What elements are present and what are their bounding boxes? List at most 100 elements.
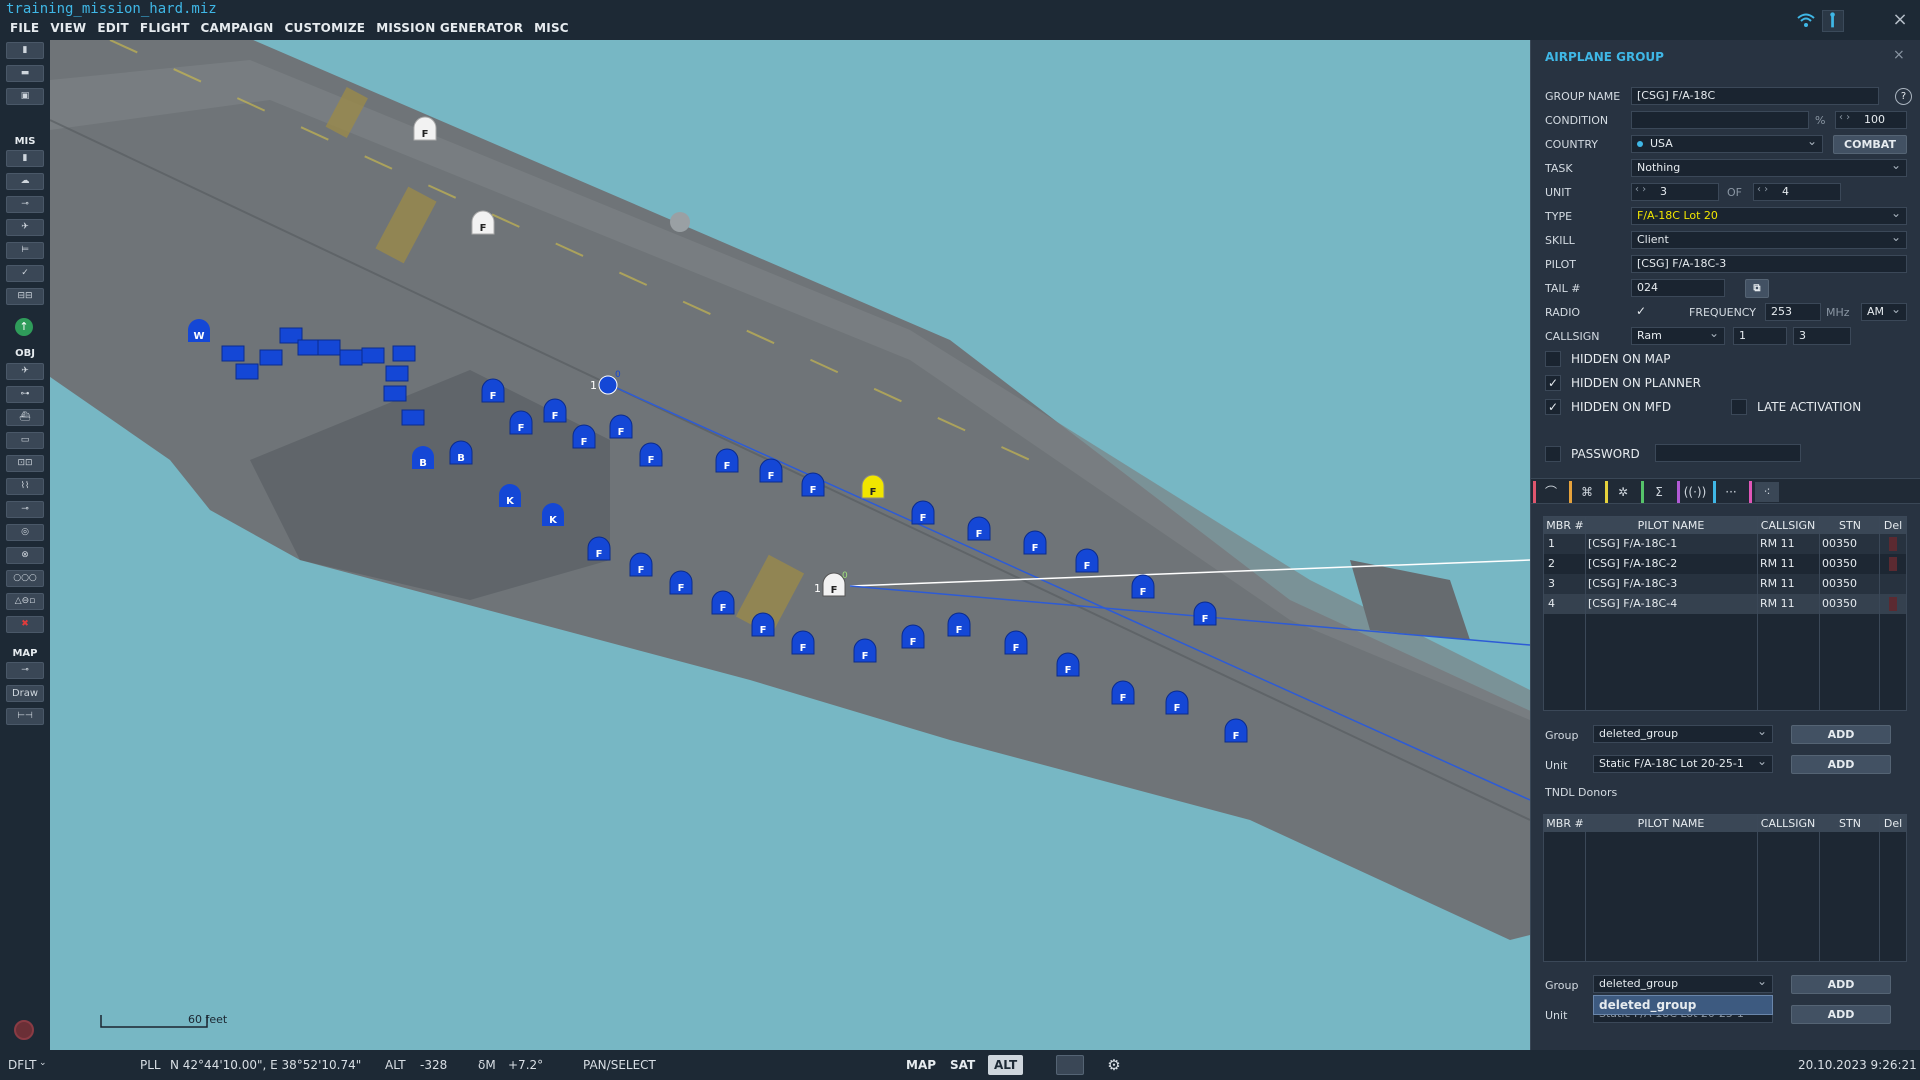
gear-icon[interactable]: ⚙ bbox=[1100, 1055, 1128, 1075]
menu-file[interactable]: FILE bbox=[10, 21, 39, 35]
hidden-on-mfd-checkbox[interactable]: ✓ bbox=[1545, 399, 1561, 415]
add-static-icon[interactable]: ⊡⊡ bbox=[6, 455, 44, 472]
tail-number-input[interactable]: 024 bbox=[1631, 279, 1725, 297]
menu-mission-generator[interactable]: MISSION GENERATOR bbox=[376, 21, 523, 35]
late-activation-checkbox[interactable] bbox=[1731, 399, 1747, 415]
add-zone-icon[interactable]: ⊸ bbox=[6, 501, 44, 518]
delete-row-icon[interactable] bbox=[1889, 597, 1897, 611]
skill-select[interactable]: Client bbox=[1631, 231, 1907, 249]
radio-checkbox[interactable]: ✓ bbox=[1633, 304, 1649, 320]
table-row[interactable]: 2 [CSG] F/A-18C-2 RM 11 00350 bbox=[1544, 554, 1906, 574]
map-view[interactable]: FFFF FFFF FFFF FFFF FFFF FFFF FFFF FB W … bbox=[50, 40, 1530, 1050]
callsign-number-input[interactable]: 3 bbox=[1793, 327, 1851, 345]
nodes-icon[interactable]: ⊟⊟ bbox=[6, 288, 44, 305]
delete-row-icon[interactable] bbox=[1889, 557, 1897, 571]
password-input[interactable] bbox=[1655, 444, 1801, 462]
map-key-icon[interactable]: ⊸ bbox=[6, 662, 44, 679]
circle-x-icon[interactable]: ⊗ bbox=[6, 547, 44, 564]
add-airplane-icon[interactable]: ✈ bbox=[6, 363, 44, 380]
cell-mbr: 3 bbox=[1548, 577, 1555, 590]
delete-icon[interactable]: ✖ bbox=[6, 616, 44, 633]
copy-icon[interactable]: ⧉ bbox=[1745, 279, 1769, 298]
add-group-select[interactable]: deleted_group bbox=[1593, 725, 1773, 743]
svg-text:F: F bbox=[618, 427, 625, 438]
type-select[interactable]: F/A-18C Lot 20 bbox=[1631, 207, 1907, 225]
add-group-button[interactable]: ADD bbox=[1791, 725, 1891, 744]
menu-misc[interactable]: MISC bbox=[534, 21, 569, 35]
pilot-input[interactable]: [CSG] F/A-18C-3 bbox=[1631, 255, 1907, 273]
menu-customize[interactable]: CUSTOMIZE bbox=[285, 21, 366, 35]
close-icon[interactable]: × bbox=[1890, 10, 1910, 30]
add-helicopter-icon[interactable]: ⊶ bbox=[6, 386, 44, 403]
callsign-select[interactable]: Ram bbox=[1631, 327, 1725, 345]
task-select[interactable]: Nothing bbox=[1631, 159, 1907, 177]
goals-icon[interactable]: ⊨ bbox=[6, 242, 44, 259]
add-donor-unit-button[interactable]: ADD bbox=[1791, 1005, 1891, 1024]
open-folder-icon[interactable]: ▬ bbox=[6, 65, 44, 82]
tab-datalink-icon[interactable]: ⁖ bbox=[1755, 482, 1779, 502]
stepper-arrows-icon[interactable]: ‹ › bbox=[1757, 184, 1768, 195]
shapes-icon[interactable]: △⊖▫ bbox=[6, 593, 44, 610]
view-sat-toggle[interactable]: SAT bbox=[944, 1055, 981, 1075]
briefing-icon[interactable]: ▮ bbox=[6, 150, 44, 167]
table-row[interactable]: 1 [CSG] F/A-18C-1 RM 11 00350 bbox=[1544, 534, 1906, 554]
layers-icon[interactable] bbox=[1056, 1055, 1084, 1075]
trigger-icon[interactable]: ⊸ bbox=[6, 196, 44, 213]
check-icon[interactable]: ✓ bbox=[6, 265, 44, 282]
svg-text:F: F bbox=[596, 549, 603, 560]
menu-flight[interactable]: FLIGHT bbox=[140, 21, 190, 35]
radio-tower-icon[interactable] bbox=[1822, 10, 1844, 32]
country-select[interactable]: USA bbox=[1631, 135, 1823, 153]
combat-button[interactable]: COMBAT bbox=[1833, 135, 1907, 154]
callsign-flight-input[interactable]: 1 bbox=[1733, 327, 1787, 345]
add-unit-select[interactable]: Static F/A-18C Lot 20-25-1 bbox=[1593, 755, 1773, 773]
tab-color-mark bbox=[1641, 481, 1644, 503]
tab-more-icon[interactable]: ··· bbox=[1719, 482, 1743, 502]
tab-route-icon[interactable]: ⌒ bbox=[1539, 482, 1563, 502]
menu-view[interactable]: VIEW bbox=[50, 21, 86, 35]
close-icon[interactable]: × bbox=[1893, 47, 1905, 63]
add-unit-button[interactable]: ADD bbox=[1791, 755, 1891, 774]
record-icon[interactable] bbox=[14, 1020, 34, 1040]
menu-edit[interactable]: EDIT bbox=[97, 21, 129, 35]
hidden-on-map-checkbox[interactable] bbox=[1545, 351, 1561, 367]
tab-payload-icon[interactable]: ✲ bbox=[1611, 482, 1635, 502]
plane-plus-icon[interactable]: ✈ bbox=[6, 219, 44, 236]
menu-campaign[interactable]: CAMPAIGN bbox=[201, 21, 274, 35]
table-row[interactable]: 3 [CSG] F/A-18C-3 RM 11 00350 bbox=[1544, 574, 1906, 594]
help-icon[interactable]: ? bbox=[1895, 88, 1912, 105]
table-row[interactable]: 4 [CSG] F/A-18C-4 RM 11 00350 bbox=[1544, 594, 1906, 614]
tab-radio-icon[interactable]: ((·)) bbox=[1683, 482, 1707, 502]
hidden-on-planner-checkbox[interactable]: ✓ bbox=[1545, 375, 1561, 391]
group-name-input[interactable]: [CSG] F/A-18C bbox=[1631, 87, 1879, 105]
resources-icon[interactable]: ↑ bbox=[15, 318, 33, 336]
stepper-arrows-icon[interactable]: ‹ › bbox=[1839, 112, 1850, 123]
target-icon[interactable]: ◎ bbox=[6, 524, 44, 541]
frequency-input[interactable]: 253 bbox=[1765, 303, 1821, 321]
ruler-icon[interactable]: ⊢⊣ bbox=[6, 708, 44, 725]
delete-row-icon[interactable] bbox=[1889, 537, 1897, 551]
add-vehicle-icon[interactable]: ▭ bbox=[6, 432, 44, 449]
draw-button[interactable]: Draw bbox=[6, 685, 44, 702]
condition-input[interactable] bbox=[1631, 111, 1809, 129]
tab-triggered-actions-icon[interactable]: ⌘ bbox=[1575, 482, 1599, 502]
view-alt-toggle[interactable]: ALT bbox=[988, 1055, 1024, 1075]
add-donor-group-button[interactable]: ADD bbox=[1791, 975, 1891, 994]
modulation-select[interactable]: AM bbox=[1861, 303, 1907, 321]
tab-summary-icon[interactable]: Σ bbox=[1647, 482, 1671, 502]
password-checkbox[interactable] bbox=[1545, 446, 1561, 462]
add-donor-group-select[interactable]: deleted_group bbox=[1593, 975, 1773, 993]
new-mission-icon[interactable]: ▮ bbox=[6, 42, 44, 59]
dropdown-option-deleted-group[interactable]: deleted_group bbox=[1593, 995, 1773, 1015]
mission-editor-window: training_mission_hard.miz FILE VIEW EDIT… bbox=[0, 0, 1920, 1080]
add-ship-icon[interactable]: ⛴ bbox=[6, 409, 44, 426]
rings-icon[interactable]: ○○○ bbox=[6, 570, 44, 587]
mode-select[interactable]: DFLT bbox=[8, 1058, 37, 1072]
stepper-arrows-icon[interactable]: ‹ › bbox=[1635, 184, 1646, 195]
marker-letter: F bbox=[422, 129, 429, 140]
coord-format-label[interactable]: PLL bbox=[140, 1058, 161, 1072]
add-template-icon[interactable]: ⌇⌇ bbox=[6, 478, 44, 495]
view-map-toggle[interactable]: MAP bbox=[900, 1055, 942, 1075]
save-disk-icon[interactable]: ▣ bbox=[6, 88, 44, 105]
weather-cloud-icon[interactable]: ☁ bbox=[6, 173, 44, 190]
